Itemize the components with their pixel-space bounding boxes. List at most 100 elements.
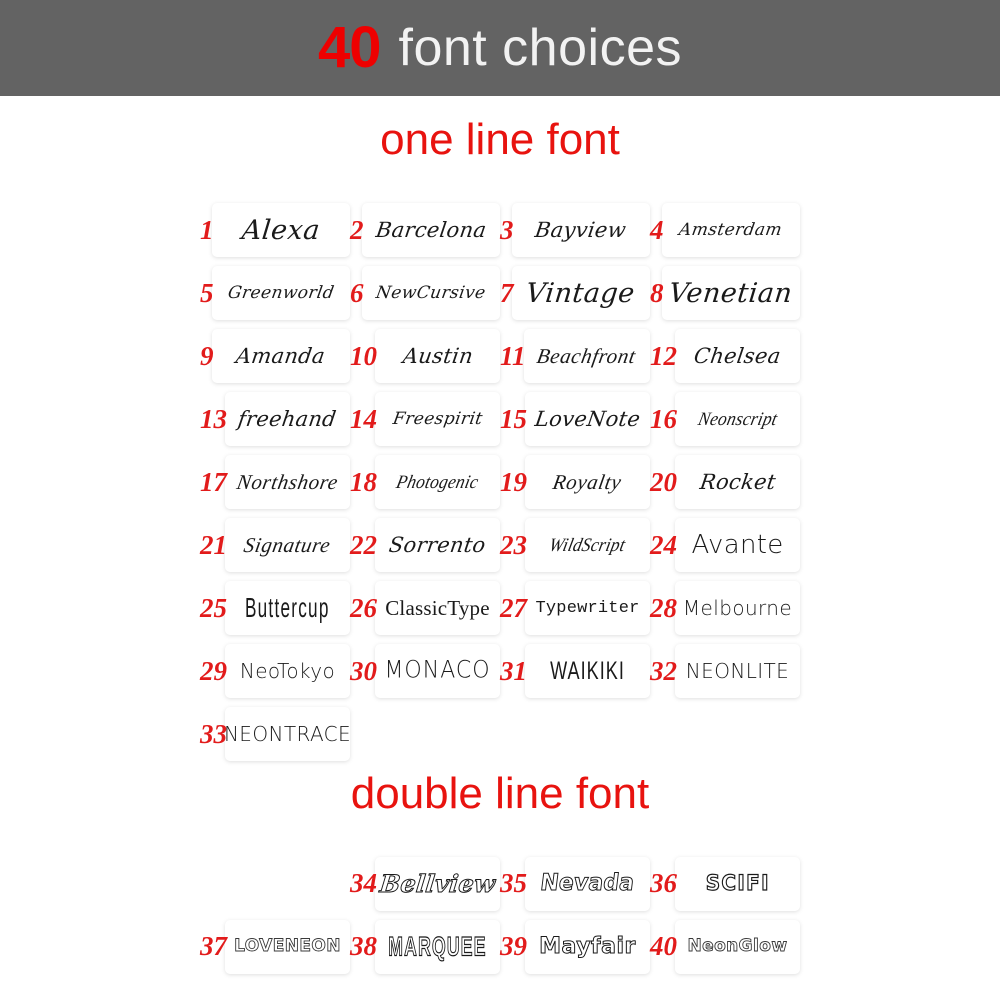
font-option-number: 26	[350, 592, 377, 623]
font-option-cell[interactable]: 15 LoveNote	[500, 388, 650, 451]
font-option-sample: Beachfront	[535, 343, 639, 368]
font-option-card[interactable]: Buttercup	[225, 581, 350, 636]
font-option-cell[interactable]: 2 Barcelona	[350, 199, 500, 262]
font-option-card[interactable]: LOVENEON	[225, 919, 350, 974]
font-option-cell[interactable]: 14 Freespirit	[350, 388, 500, 451]
font-option-card[interactable]: Chelsea	[675, 329, 800, 384]
font-option-card[interactable]: Royalty	[525, 455, 650, 510]
font-option-card[interactable]: Northshore	[225, 455, 350, 510]
font-option-cell[interactable]: 18 Photogenic	[350, 451, 500, 514]
font-option-card[interactable]: SCIFI	[675, 856, 800, 911]
font-option-card[interactable]: ClassicType	[375, 581, 500, 636]
font-option-cell[interactable]: 8 Venetian	[650, 262, 800, 325]
font-option-card[interactable]: Neonscript	[675, 392, 800, 447]
font-option-cell[interactable]: 33 NEONTRACE	[200, 703, 350, 766]
font-option-cell[interactable]: 36 SCIFI	[650, 852, 800, 915]
font-option-card[interactable]: Austin	[375, 329, 500, 384]
font-option-cell[interactable]: 4 Amsterdam	[650, 199, 800, 262]
font-option-card[interactable]: Nevada	[525, 856, 650, 911]
font-option-cell[interactable]: 20 Rocket	[650, 451, 800, 514]
font-option-card[interactable]: WAIKIKI	[525, 644, 650, 699]
font-option-cell[interactable]: 3 Bayview	[500, 199, 650, 262]
font-option-cell[interactable]: 6 NewCursive	[350, 262, 500, 325]
font-option-sample: Vintage	[524, 277, 637, 309]
section-heading-double-line: double line font	[350, 768, 650, 818]
font-option-cell[interactable]: 17 Northshore	[200, 451, 350, 514]
font-option-cell[interactable]: 12 Chelsea	[650, 325, 800, 388]
font-option-sample: Buttercup	[245, 591, 330, 624]
font-option-cell[interactable]: 30 MONACO	[350, 640, 500, 703]
font-option-cell[interactable]: 7 Vintage	[500, 262, 650, 325]
font-option-cell[interactable]: 38 MARQUEE	[350, 915, 500, 978]
font-option-number: 40	[650, 931, 677, 962]
font-option-card[interactable]: WildScript	[525, 518, 650, 573]
font-option-number: 32	[650, 655, 677, 686]
font-option-card[interactable]: MARQUEE	[375, 919, 500, 974]
font-option-card[interactable]: Rocket	[675, 455, 800, 510]
font-option-number: 6	[350, 277, 364, 308]
font-option-card[interactable]: Sorrento	[375, 518, 500, 573]
font-option-card[interactable]: Melbourne	[675, 581, 800, 636]
font-option-card[interactable]: NeonGlow	[675, 919, 800, 974]
font-option-cell[interactable]: 27 Typewriter	[500, 577, 650, 640]
font-option-cell[interactable]: 1 Alexa	[200, 199, 350, 262]
font-option-number: 37	[200, 931, 227, 962]
font-option-card[interactable]: Alexa	[211, 203, 350, 258]
font-option-card[interactable]: freehand	[225, 392, 350, 447]
font-option-sample: Barcelona	[373, 217, 488, 242]
font-option-cell[interactable]: 5 Greenworld	[200, 262, 350, 325]
font-option-number: 10	[350, 340, 377, 371]
font-option-number: 22	[350, 529, 377, 560]
font-option-cell[interactable]: 23 WildScript	[500, 514, 650, 577]
font-option-card[interactable]: Bellview	[375, 856, 500, 911]
font-option-card[interactable]: Photogenic	[375, 455, 500, 510]
font-option-card[interactable]: Greenworld	[211, 266, 350, 321]
font-option-cell[interactable]: 13 freehand	[200, 388, 350, 451]
font-option-cell[interactable]: 22 Sorrento	[350, 514, 500, 577]
font-option-card[interactable]: NEONTRACE	[225, 707, 350, 762]
font-option-card[interactable]: Venetian	[661, 266, 800, 321]
font-option-card[interactable]: Avante	[675, 518, 800, 573]
font-option-cell[interactable]: 19 Royalty	[500, 451, 650, 514]
font-option-card[interactable]: NeoTokyo	[225, 644, 350, 699]
font-option-cell[interactable]: 26 ClassicType	[350, 577, 500, 640]
font-option-number: 25	[200, 592, 227, 623]
font-option-number: 30	[350, 655, 377, 686]
font-option-cell[interactable]: 10 Austin	[350, 325, 500, 388]
font-option-number: 8	[650, 277, 664, 308]
font-option-card[interactable]: Bayview	[511, 203, 650, 258]
font-option-card[interactable]: Typewriter	[525, 581, 650, 636]
font-option-card[interactable]: Amanda	[211, 329, 350, 384]
font-option-cell[interactable]: 32 NEONLITE	[650, 640, 800, 703]
font-option-cell[interactable]: 25 Buttercup	[200, 577, 350, 640]
font-option-card[interactable]: NEONLITE	[675, 644, 800, 699]
font-option-cell[interactable]: 16 Neonscript	[650, 388, 800, 451]
font-option-card[interactable]: Vintage	[511, 266, 650, 321]
font-option-cell[interactable]: 24 Avante	[650, 514, 800, 577]
font-option-sample: Melbourne	[682, 596, 793, 621]
font-option-cell[interactable]: 35 Nevada	[500, 852, 650, 915]
font-option-cell[interactable]: 39 Mayfair	[500, 915, 650, 978]
font-option-number: 18	[350, 466, 377, 497]
font-option-cell[interactable]: 11 Beachfront	[500, 325, 650, 388]
header-title: font choices	[398, 19, 682, 77]
font-option-cell[interactable]: 31 WAIKIKI	[500, 640, 650, 703]
font-option-card[interactable]: Signature	[225, 518, 350, 573]
font-option-sample: Bayview	[533, 217, 628, 242]
font-option-cell[interactable]: 34 Bellview	[350, 852, 500, 915]
font-option-card[interactable]: LoveNote	[525, 392, 650, 447]
font-option-cell[interactable]: 40 NeonGlow	[650, 915, 800, 978]
font-option-card[interactable]: Barcelona	[361, 203, 500, 258]
font-option-card[interactable]: Freespirit	[375, 392, 500, 447]
font-option-card[interactable]: Beachfront	[523, 329, 650, 384]
font-option-cell[interactable]: 28 Melbourne	[650, 577, 800, 640]
font-option-number: 11	[500, 340, 526, 371]
font-option-cell[interactable]: 37 LOVENEON	[200, 915, 350, 978]
font-option-cell[interactable]: 21 Signature	[200, 514, 350, 577]
font-option-card[interactable]: Amsterdam	[661, 203, 800, 258]
font-option-cell[interactable]: 29 NeoTokyo	[200, 640, 350, 703]
font-option-card[interactable]: MONACO	[375, 644, 500, 699]
font-option-cell[interactable]: 9 Amanda	[200, 325, 350, 388]
font-option-card[interactable]: NewCursive	[361, 266, 500, 321]
font-option-card[interactable]: Mayfair	[525, 919, 650, 974]
